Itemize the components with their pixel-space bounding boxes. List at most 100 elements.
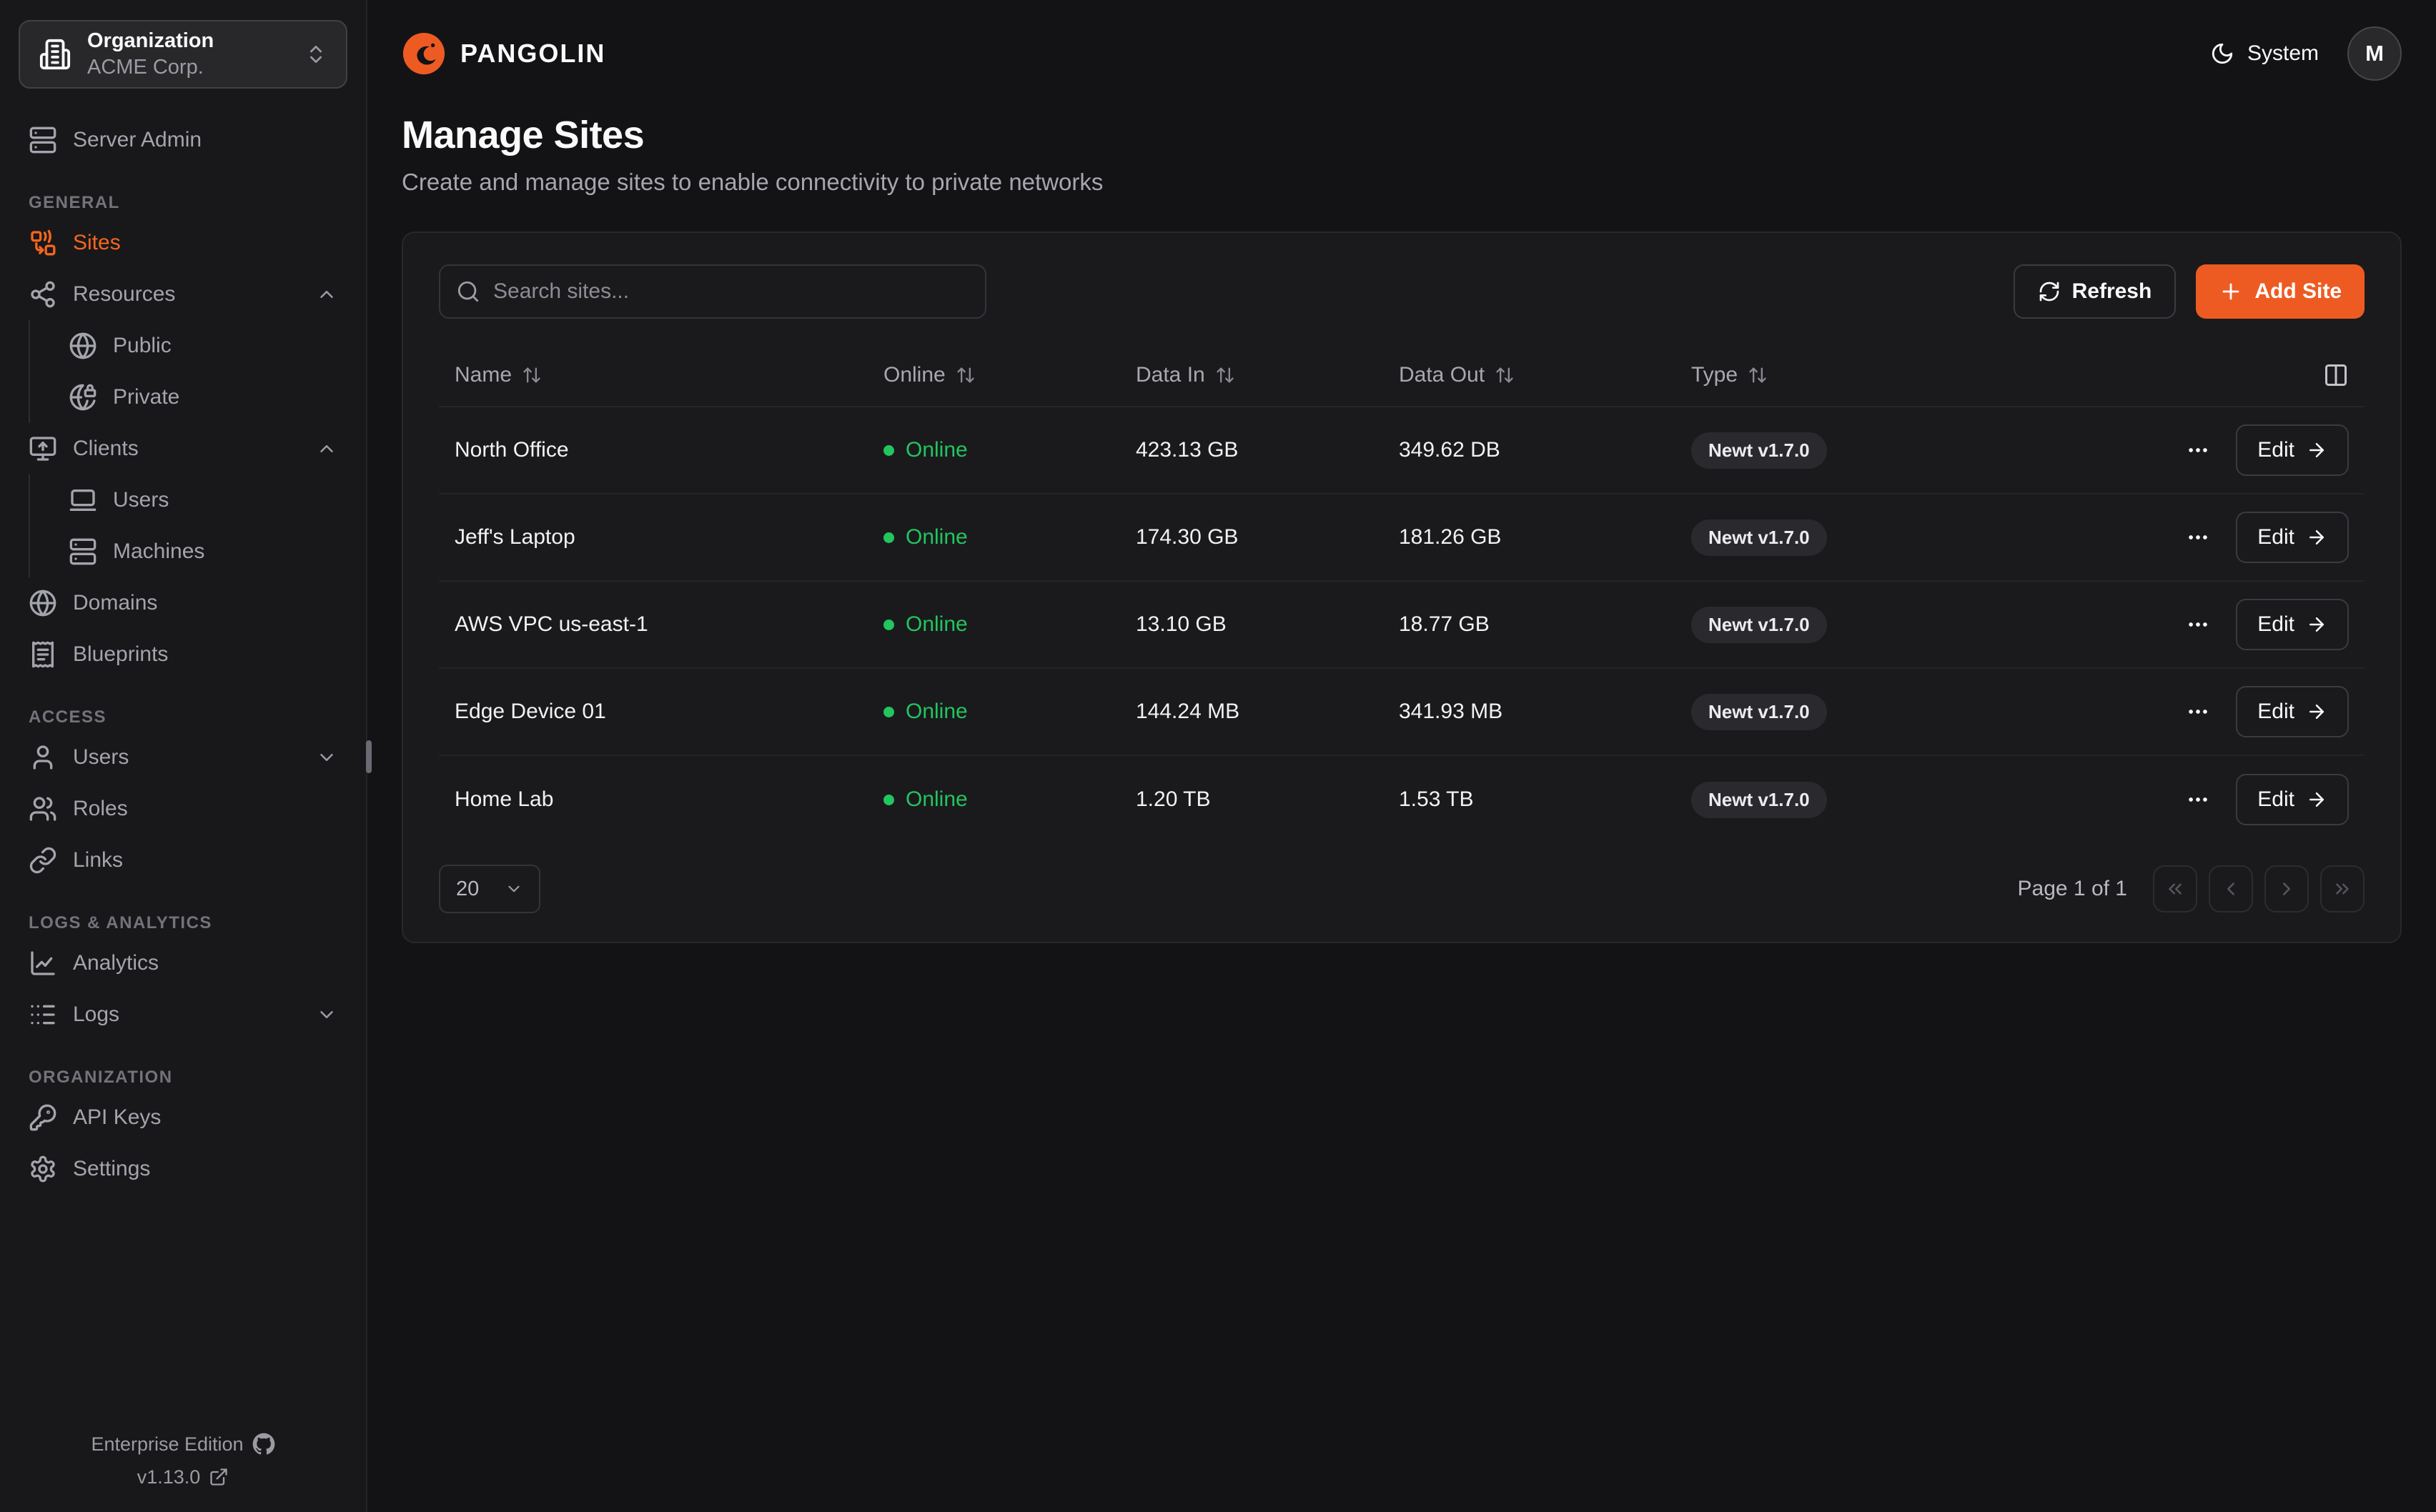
globe-lock-icon	[69, 383, 97, 412]
site-data-out: 349.62 DB	[1399, 438, 1691, 462]
sites-table: Name Online Data In Data Out Type	[439, 344, 2365, 843]
monitor-up-icon	[29, 434, 57, 463]
sidebar-item-users[interactable]: Users	[19, 732, 347, 783]
arrow-right-icon	[2306, 789, 2327, 810]
arrow-right-icon	[2306, 701, 2327, 722]
search-input[interactable]	[439, 264, 986, 319]
edit-button[interactable]: Edit	[2236, 512, 2349, 563]
key-icon	[29, 1103, 57, 1132]
sort-icon	[956, 365, 976, 385]
chevron-right-icon	[2276, 878, 2297, 900]
site-data-in: 144.24 MB	[1136, 700, 1399, 724]
edit-label: Edit	[2257, 525, 2294, 549]
add-site-button[interactable]: Add Site	[2196, 264, 2365, 319]
sidebar-item-public[interactable]: Public	[59, 320, 347, 372]
theme-toggle[interactable]: System	[2210, 41, 2319, 66]
table-row: Home Lab Online 1.20 TB 1.53 TB Newt v1.…	[439, 756, 2365, 843]
sidebar-item-api-keys[interactable]: API Keys	[19, 1092, 347, 1143]
next-page-button[interactable]	[2264, 865, 2309, 912]
chevron-down-icon	[316, 747, 337, 768]
row-actions: Edit	[2091, 424, 2349, 476]
site-status: Online	[883, 525, 1136, 549]
row-menu-button[interactable]	[2186, 438, 2210, 462]
row-menu-button[interactable]	[2186, 525, 2210, 549]
sidebar-item-label: Clients	[73, 437, 139, 461]
edition-link[interactable]: Enterprise Edition	[0, 1428, 366, 1461]
page-size-select[interactable]: 20	[439, 865, 540, 913]
sidebar-item-settings[interactable]: Settings	[19, 1143, 347, 1195]
chevrons-left-icon	[2164, 878, 2186, 900]
row-menu-button[interactable]	[2186, 612, 2210, 637]
add-site-label: Add Site	[2254, 279, 2342, 304]
site-data-out: 341.93 MB	[1399, 700, 1691, 724]
column-header-online[interactable]: Online	[883, 363, 1136, 387]
first-page-button[interactable]	[2153, 865, 2197, 912]
org-selector[interactable]: Organization ACME Corp.	[19, 20, 347, 89]
column-header-data-out[interactable]: Data Out	[1399, 363, 1691, 387]
prev-page-button[interactable]	[2209, 865, 2253, 912]
sidebar-item-label: Logs	[73, 1003, 119, 1027]
sidebar-item-machines[interactable]: Machines	[59, 526, 347, 577]
table-body: North Office Online 423.13 GB 349.62 DB …	[439, 407, 2365, 843]
sidebar-item-resources[interactable]: Resources	[19, 269, 347, 320]
avatar[interactable]: M	[2347, 26, 2402, 81]
sidebar-item-analytics[interactable]: Analytics	[19, 937, 347, 989]
column-header-name[interactable]: Name	[455, 363, 883, 387]
sidebar-item-client-users[interactable]: Users	[59, 474, 347, 526]
sidebar-item-label: Analytics	[73, 951, 159, 975]
column-header-data-in[interactable]: Data In	[1136, 363, 1399, 387]
sidebar-item-private[interactable]: Private	[59, 372, 347, 423]
online-dot-icon	[883, 795, 894, 805]
column-visibility-button[interactable]	[2323, 362, 2349, 388]
sort-icon	[1748, 365, 1768, 385]
edit-button[interactable]: Edit	[2236, 599, 2349, 650]
topbar-right: System M	[2210, 26, 2402, 81]
sidebar-item-label: API Keys	[73, 1105, 161, 1130]
sidebar-item-sites[interactable]: Sites	[19, 217, 347, 269]
column-header-type[interactable]: Type	[1691, 363, 2091, 387]
edit-button[interactable]: Edit	[2236, 424, 2349, 476]
row-menu-button[interactable]	[2186, 787, 2210, 812]
edit-button[interactable]: Edit	[2236, 774, 2349, 825]
last-page-button[interactable]	[2320, 865, 2365, 912]
site-type-badge: Newt v1.7.0	[1691, 519, 1827, 556]
external-link-icon	[209, 1467, 229, 1487]
sidebar-item-label: Users	[113, 488, 169, 512]
arrow-right-icon	[2306, 439, 2327, 461]
page-title: Manage Sites	[402, 113, 2402, 157]
edition-label: Enterprise Edition	[91, 1433, 243, 1456]
users-icon	[29, 795, 57, 823]
sidebar-item-server-admin[interactable]: Server Admin	[19, 114, 347, 166]
page-head: Manage Sites Create and manage sites to …	[402, 113, 2402, 196]
sidebar-item-label: Public	[113, 334, 172, 358]
clients-subgroup: Users Machines	[29, 474, 347, 577]
sidebar-item-links[interactable]: Links	[19, 835, 347, 886]
section-label-logs-analytics: LOGS & ANALYTICS	[29, 913, 347, 933]
chart-line-icon	[29, 949, 57, 978]
section-label-general: GENERAL	[29, 193, 347, 213]
page-size-value: 20	[456, 877, 479, 901]
row-menu-button[interactable]	[2186, 700, 2210, 724]
sidebar-item-label: Domains	[73, 591, 157, 615]
sidebar-item-domains[interactable]: Domains	[19, 577, 347, 629]
sidebar-item-logs[interactable]: Logs	[19, 989, 347, 1040]
sidebar-item-blueprints[interactable]: Blueprints	[19, 629, 347, 680]
resources-subgroup: Public Private	[29, 320, 347, 423]
sidebar-item-clients[interactable]: Clients	[19, 423, 347, 474]
brand-logo[interactable]: PANGOLIN	[402, 31, 605, 76]
site-data-in: 13.10 GB	[1136, 612, 1399, 637]
topbar: PANGOLIN System M	[402, 0, 2402, 107]
sidebar-item-roles[interactable]: Roles	[19, 783, 347, 835]
edit-button[interactable]: Edit	[2236, 686, 2349, 737]
row-actions: Edit	[2091, 774, 2349, 825]
sidebar-resize-handle[interactable]	[366, 740, 372, 773]
refresh-button[interactable]: Refresh	[2014, 264, 2177, 319]
search-wrap	[439, 264, 986, 319]
table-row: AWS VPC us-east-1 Online 13.10 GB 18.77 …	[439, 582, 2365, 669]
version-link[interactable]: v1.13.0	[0, 1461, 366, 1493]
chevrons-right-icon	[2332, 878, 2353, 900]
gear-icon	[29, 1155, 57, 1183]
sites-toolbar: Refresh Add Site	[439, 264, 2365, 319]
sidebar-item-label: Roles	[73, 797, 128, 821]
server-icon	[69, 537, 97, 566]
